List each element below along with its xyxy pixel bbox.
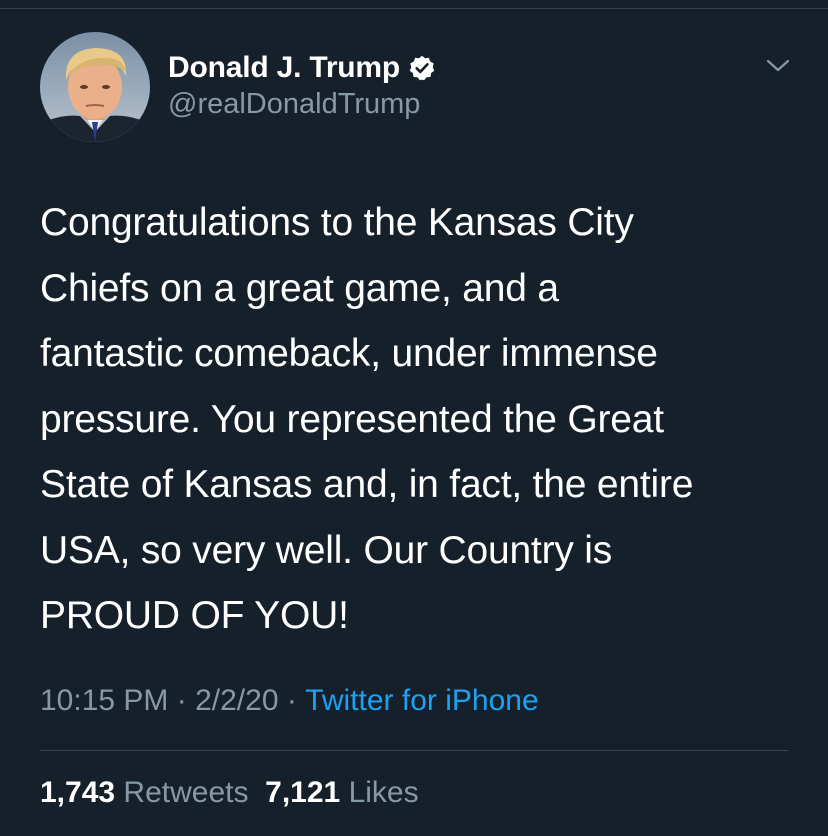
avatar-image xyxy=(40,32,150,142)
retweets-stat[interactable]: 1,743 Retweets xyxy=(40,776,248,810)
likes-label: Likes xyxy=(348,776,419,809)
likes-count: 7,121 xyxy=(265,776,341,809)
likes-stat[interactable]: 7,121 Likes xyxy=(265,776,418,810)
verified-badge-icon xyxy=(409,55,435,81)
meta-separator: · xyxy=(278,684,306,717)
top-divider xyxy=(0,8,828,9)
retweets-count: 1,743 xyxy=(40,776,116,809)
tweet-date[interactable]: 2/2/20 xyxy=(195,684,278,718)
meta-separator: · xyxy=(168,684,196,717)
author-display-name[interactable]: Donald J. Trump xyxy=(168,51,400,85)
stats-divider xyxy=(40,750,788,751)
avatar[interactable] xyxy=(40,32,150,142)
tweet-source-link[interactable]: Twitter for iPhone xyxy=(305,684,538,718)
tweet-text: Congratulations to the Kansas City Chief… xyxy=(40,201,694,637)
author-name-row[interactable]: Donald J. Trump xyxy=(168,48,436,88)
retweets-label: Retweets xyxy=(123,776,249,809)
tweet-stats: 1,743 Retweets 7,121 Likes xyxy=(40,776,419,810)
chevron-down-icon[interactable] xyxy=(764,56,792,76)
tweet-meta: 10:15 PM · 2/2/20 · Twitter for iPhone xyxy=(40,684,539,718)
author-handle[interactable]: @realDonaldTrump xyxy=(168,88,420,121)
tweet-time[interactable]: 10:15 PM xyxy=(40,684,168,718)
